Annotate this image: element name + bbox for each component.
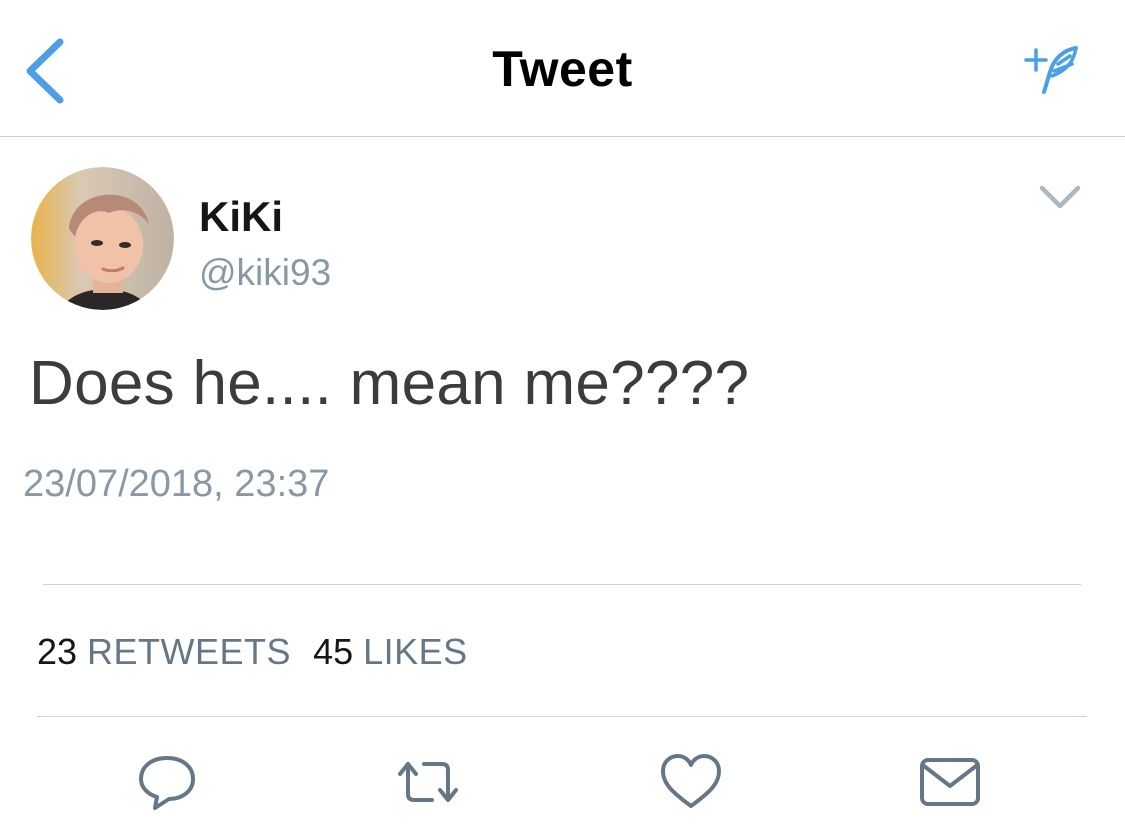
retweet-icon bbox=[398, 762, 458, 802]
retweets-count: 23 bbox=[37, 631, 78, 672]
user-handle[interactable]: @kiki93 bbox=[199, 252, 331, 294]
tweet-timestamp: 23/07/2018, 23:37 bbox=[23, 463, 330, 505]
compose-feather-icon bbox=[1024, 46, 1078, 94]
retweets-label: RETWEETS bbox=[87, 631, 292, 672]
heart-icon bbox=[661, 754, 721, 808]
retweet-button[interactable] bbox=[396, 752, 460, 812]
reply-icon bbox=[139, 756, 195, 810]
likes-stat[interactable]: 45 LIKES bbox=[313, 631, 468, 673]
display-name[interactable]: KiKi bbox=[199, 193, 283, 241]
divider bbox=[43, 584, 1081, 585]
reply-button[interactable] bbox=[135, 752, 199, 812]
avatar-photo bbox=[31, 167, 174, 310]
page-title: Tweet bbox=[492, 41, 633, 97]
avatar[interactable] bbox=[31, 167, 174, 310]
tweet-stats: 23 RETWEETS 45 LIKES bbox=[37, 631, 490, 673]
navigation-bar: Tweet bbox=[0, 0, 1125, 137]
tweet-text: Does he.... mean me???? bbox=[29, 349, 750, 418]
divider bbox=[37, 716, 1087, 717]
envelope-icon bbox=[920, 758, 980, 806]
direct-message-button[interactable] bbox=[918, 752, 982, 812]
more-options-button[interactable] bbox=[1036, 180, 1084, 214]
retweets-stat[interactable]: 23 RETWEETS bbox=[37, 631, 291, 673]
likes-label: LIKES bbox=[363, 631, 468, 672]
like-button[interactable] bbox=[659, 752, 723, 812]
chevron-down-icon bbox=[1039, 185, 1081, 209]
likes-count: 45 bbox=[313, 631, 354, 672]
compose-tweet-button[interactable] bbox=[1022, 44, 1084, 96]
